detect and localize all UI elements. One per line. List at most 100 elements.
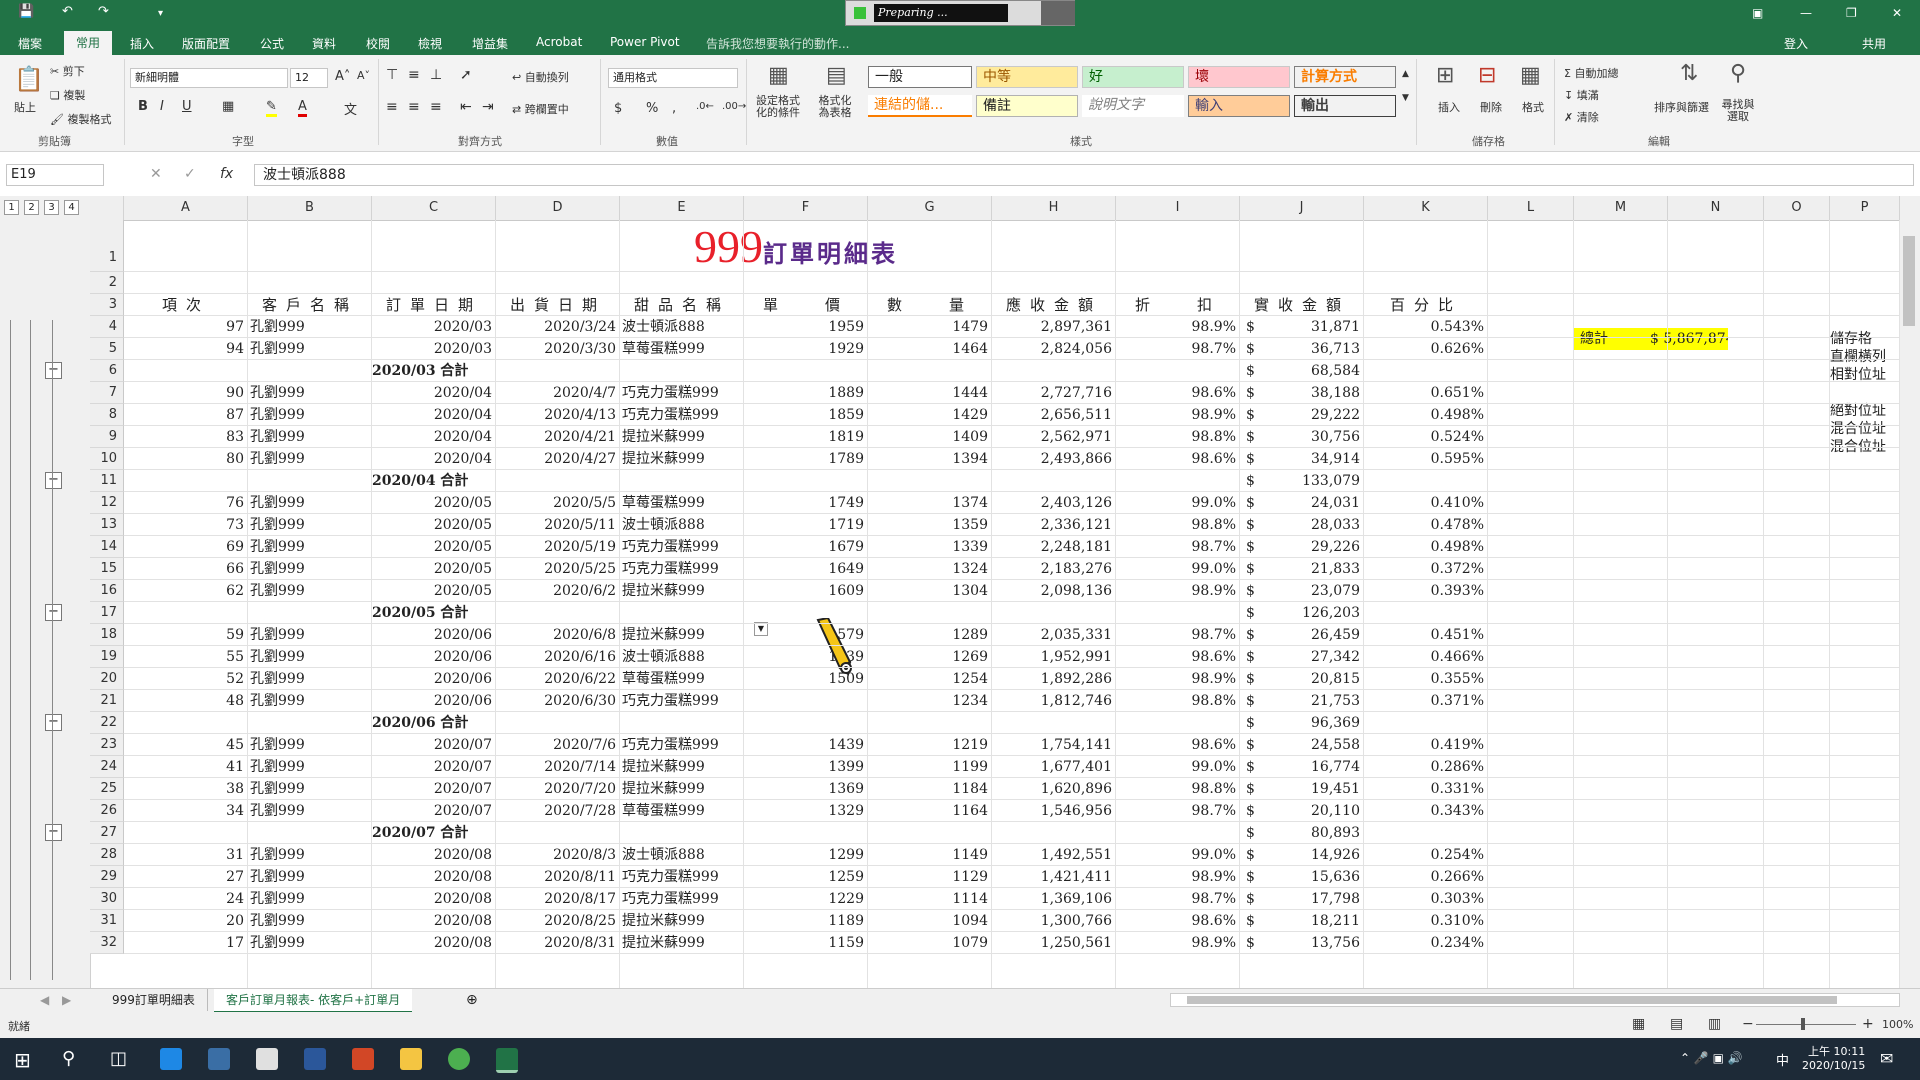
increase-decimal-icon[interactable]: .0← [696,101,714,112]
tab-layout[interactable]: 版面配置 [182,35,230,52]
name-box[interactable]: E19 [6,164,104,186]
select-all-corner[interactable] [90,196,124,220]
column-header-k[interactable]: K [1364,196,1488,220]
word-icon[interactable] [304,1048,326,1070]
autosum-button[interactable]: Σ 自動加總 [1564,65,1618,81]
column-header-g[interactable]: G [868,196,992,220]
column-header-c[interactable]: C [372,196,496,220]
sheet-tab-2[interactable]: 客戶訂單月報表- 依客戶+訂單月 [214,989,413,1013]
border-icon[interactable]: ▦ [222,99,234,114]
align-center-icon[interactable]: ≡ [408,99,420,115]
file-explorer-icon[interactable] [400,1048,422,1070]
copy-button[interactable]: ❏ 複製 [50,87,85,103]
customize-qat-icon[interactable]: ▾ [158,8,163,19]
row-header-24[interactable]: 24 [90,756,124,778]
row-header-17[interactable]: 17 [90,602,124,624]
cell-grid[interactable]: 999訂單明細表 項次 客戶名稱 訂單日期 出貨日期 甜品名稱 單 價 數 量 應收金額 折 扣 實收金… [124,220,1900,988]
style-input[interactable]: 輸入 [1188,95,1290,117]
underline-icon[interactable]: U [182,99,192,114]
outline-level-3[interactable]: 3 [44,200,59,215]
outline-level-2[interactable]: 2 [24,200,39,215]
styles-scroll-down-icon[interactable]: ▼ [1402,93,1409,103]
decrease-decimal-icon[interactable]: .00→ [722,101,746,112]
font-grow-icon[interactable]: A˄ [335,69,350,84]
style-note[interactable]: 備註 [976,95,1078,117]
vertical-scroll-thumb[interactable] [1903,236,1915,326]
row-header-6[interactable]: 6 [90,360,124,382]
row-header-14[interactable]: 14 [90,536,124,558]
excel-icon[interactable] [496,1048,518,1073]
zoom-level[interactable]: 100% [1882,1018,1913,1031]
zoom-slider[interactable] [1756,1024,1856,1025]
insert-cells-label[interactable]: 插入 [1438,99,1460,115]
wrap-text-button[interactable]: ↩ 自動換列 [512,69,569,85]
save-icon[interactable]: 💾 [18,4,34,19]
font-name-select[interactable]: 新細明體 [130,68,288,88]
tab-data[interactable]: 資料 [312,35,336,52]
outline-collapse-button[interactable]: − [45,362,62,379]
find-select-label[interactable]: 尋找與選取 [1718,99,1758,123]
align-top-icon[interactable]: ⊤ [386,67,398,83]
page-break-view-icon[interactable]: ▥ [1708,1016,1721,1032]
style-good[interactable]: 好 [1082,66,1184,88]
clear-button[interactable]: ✗ 清除 [1564,109,1599,125]
row-header-32[interactable]: 32 [90,932,124,954]
row-header-3[interactable]: 3 [90,294,124,316]
signin-link[interactable]: 登入 [1784,35,1808,52]
redo-icon[interactable]: ↷ [98,4,109,19]
style-bad[interactable]: 壞 [1188,66,1290,88]
mail-icon[interactable] [256,1048,278,1070]
ribbon-display-icon[interactable]: ▣ [1752,6,1763,20]
conditional-format-label[interactable]: 設定格式化的條件 [754,95,802,119]
autocomplete-dropdown-icon[interactable]: ▼ [754,622,768,636]
indent-decrease-icon[interactable]: ⇤ [460,99,472,115]
clock-time[interactable]: 上午 10:11 [1808,1043,1865,1059]
row-header-11[interactable]: 11 [90,470,124,492]
style-calculation[interactable]: 計算方式 [1294,66,1396,88]
delete-cells-icon[interactable]: ⊟ [1478,63,1496,88]
notification-icon[interactable]: ✉ [1880,1049,1893,1068]
fill-color-icon[interactable]: ✎ [266,99,277,117]
row-header-10[interactable]: 10 [90,448,124,470]
bold-icon[interactable]: B [138,99,148,114]
column-header-h[interactable]: H [992,196,1116,220]
column-header-p[interactable]: P [1830,196,1900,220]
comma-icon[interactable]: , [672,101,676,116]
indent-increase-icon[interactable]: ⇥ [482,99,494,115]
row-header-25[interactable]: 25 [90,778,124,800]
outline-level-4[interactable]: 4 [64,200,79,215]
formula-input[interactable]: 波士頓派888 [254,164,1914,186]
edge-icon[interactable] [160,1048,182,1070]
cancel-icon[interactable]: ✕ [150,166,162,182]
column-header-j[interactable]: J [1240,196,1364,220]
vertical-scrollbar[interactable] [1900,196,1920,988]
restore-icon[interactable]: ❐ [1846,6,1857,20]
tab-formulas[interactable]: 公式 [260,35,284,52]
column-header-l[interactable]: L [1488,196,1574,220]
row-header-2[interactable]: 2 [90,272,124,294]
outline-level-1[interactable]: 1 [4,200,19,215]
tab-file[interactable]: 檔案 [18,35,42,52]
close-icon[interactable]: ✕ [1892,6,1902,20]
insert-cells-icon[interactable]: ⊞ [1436,63,1454,88]
tray-icons[interactable]: ⌃ 🎤 ▣ 🔊 [1680,1051,1743,1065]
align-right-icon[interactable]: ≡ [430,99,442,115]
percent-icon[interactable]: % [646,101,658,116]
row-header-19[interactable]: 19 [90,646,124,668]
align-bottom-icon[interactable]: ⊥ [430,67,442,83]
sort-filter-icon[interactable]: ⇅ [1680,61,1698,86]
column-header-b[interactable]: B [248,196,372,220]
row-header-13[interactable]: 13 [90,514,124,536]
row-header-16[interactable]: 16 [90,580,124,602]
row-header-18[interactable]: 18 [90,624,124,646]
search-icon[interactable]: ⚲ [62,1048,75,1069]
column-header-d[interactable]: D [496,196,620,220]
sheet-tab-1[interactable]: 999訂單明細表 [100,989,208,1011]
row-header-29[interactable]: 29 [90,866,124,888]
tab-review[interactable]: 校閱 [366,35,390,52]
tab-insert[interactable]: 插入 [130,35,154,52]
row-header-4[interactable]: 4 [90,316,124,338]
enter-icon[interactable]: ✓ [184,166,196,182]
row-header-9[interactable]: 9 [90,426,124,448]
column-header-e[interactable]: E [620,196,744,220]
